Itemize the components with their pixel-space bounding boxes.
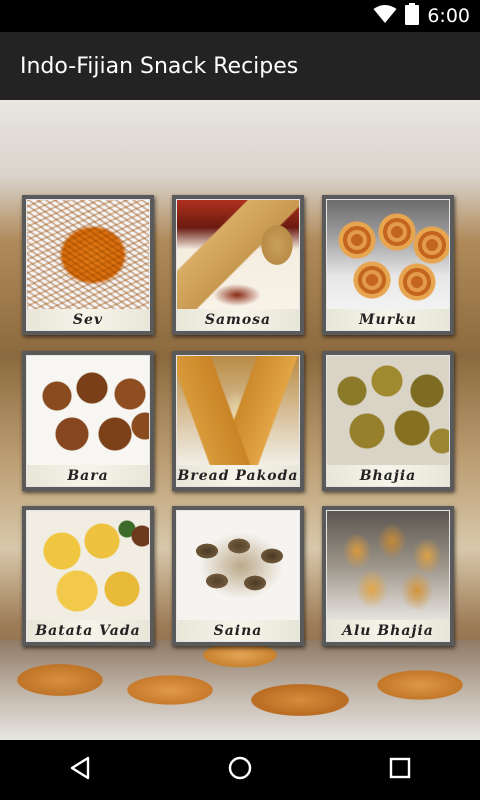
- recipe-photo-bread-pakoda: [177, 356, 299, 466]
- recipe-photo-murku: [327, 200, 449, 310]
- recipe-photo-alu-bhajia: [327, 511, 449, 621]
- recipe-photo-bhajia: [327, 356, 449, 466]
- recipe-label: Bhajia: [359, 467, 417, 484]
- recents-button[interactable]: [370, 740, 430, 800]
- tile-card: Bhajia: [326, 355, 450, 487]
- recipe-tile-bara[interactable]: Bara: [22, 351, 154, 491]
- navigation-bar: [0, 740, 480, 800]
- tile-card: Alu Bhajia: [326, 510, 450, 642]
- app-title: Indo-Fijian Snack Recipes: [20, 53, 299, 79]
- tile-card: Samosa: [176, 199, 300, 331]
- recipe-tile-samosa[interactable]: Samosa: [172, 195, 304, 335]
- recipe-photo-sev: [27, 200, 149, 310]
- tile-label-bar: Bread Pakoda: [177, 465, 299, 486]
- status-bar: 6:00: [0, 0, 480, 32]
- recipe-label: Saina: [213, 622, 263, 639]
- recipe-tile-murku[interactable]: Murku: [322, 195, 454, 335]
- recipe-grid-background: Sev Samosa Murku Bara Bread Pakoda Bhaji…: [0, 100, 480, 740]
- tile-card: Bara: [26, 355, 150, 487]
- recipe-tile-sev[interactable]: Sev: [22, 195, 154, 335]
- tile-card: Saina: [176, 510, 300, 642]
- tile-card: Bread Pakoda: [176, 355, 300, 487]
- home-icon: [228, 756, 252, 784]
- recipe-label: Murku: [359, 311, 417, 328]
- tile-card: Batata Vada: [26, 510, 150, 642]
- recipe-tile-bread-pakoda[interactable]: Bread Pakoda: [172, 351, 304, 491]
- background-food-image: [0, 640, 480, 740]
- recipe-photo-bara: [27, 356, 149, 466]
- tile-label-bar: Saina: [177, 620, 299, 641]
- status-time: 6:00: [427, 5, 470, 27]
- tile-card: Sev: [26, 199, 150, 331]
- recipe-tile-bhajia[interactable]: Bhajia: [322, 351, 454, 491]
- tile-label-bar: Samosa: [177, 309, 299, 330]
- tile-label-bar: Bhajia: [327, 465, 449, 486]
- recipe-label: Samosa: [204, 311, 272, 328]
- recipe-label: Batata Vada: [35, 622, 141, 639]
- recipe-label: Sev: [72, 311, 104, 328]
- tile-label-bar: Sev: [27, 309, 149, 330]
- battery-icon: [405, 3, 420, 29]
- app-bar: Indo-Fijian Snack Recipes: [0, 32, 480, 100]
- recipe-tile-alu-bhajia[interactable]: Alu Bhajia: [322, 506, 454, 646]
- tile-label-bar: Murku: [327, 309, 449, 330]
- recipe-label: Alu Bhajia: [342, 622, 434, 639]
- recipe-photo-samosa: [177, 200, 299, 310]
- tile-label-bar: Batata Vada: [27, 620, 149, 641]
- wifi-icon: [373, 4, 397, 28]
- home-button[interactable]: [210, 740, 270, 800]
- tile-label-bar: Alu Bhajia: [327, 620, 449, 641]
- back-icon: [69, 756, 91, 784]
- recipe-photo-saina: [177, 511, 299, 621]
- back-button[interactable]: [50, 740, 110, 800]
- recents-icon: [389, 757, 411, 783]
- tile-label-bar: Bara: [27, 465, 149, 486]
- recipe-photo-batata-vada: [27, 511, 149, 621]
- recipe-tile-batata-vada[interactable]: Batata Vada: [22, 506, 154, 646]
- recipe-label: Bara: [67, 467, 109, 484]
- recipe-tile-saina[interactable]: Saina: [172, 506, 304, 646]
- tile-card: Murku: [326, 199, 450, 331]
- recipe-label: Bread Pakoda: [177, 467, 299, 484]
